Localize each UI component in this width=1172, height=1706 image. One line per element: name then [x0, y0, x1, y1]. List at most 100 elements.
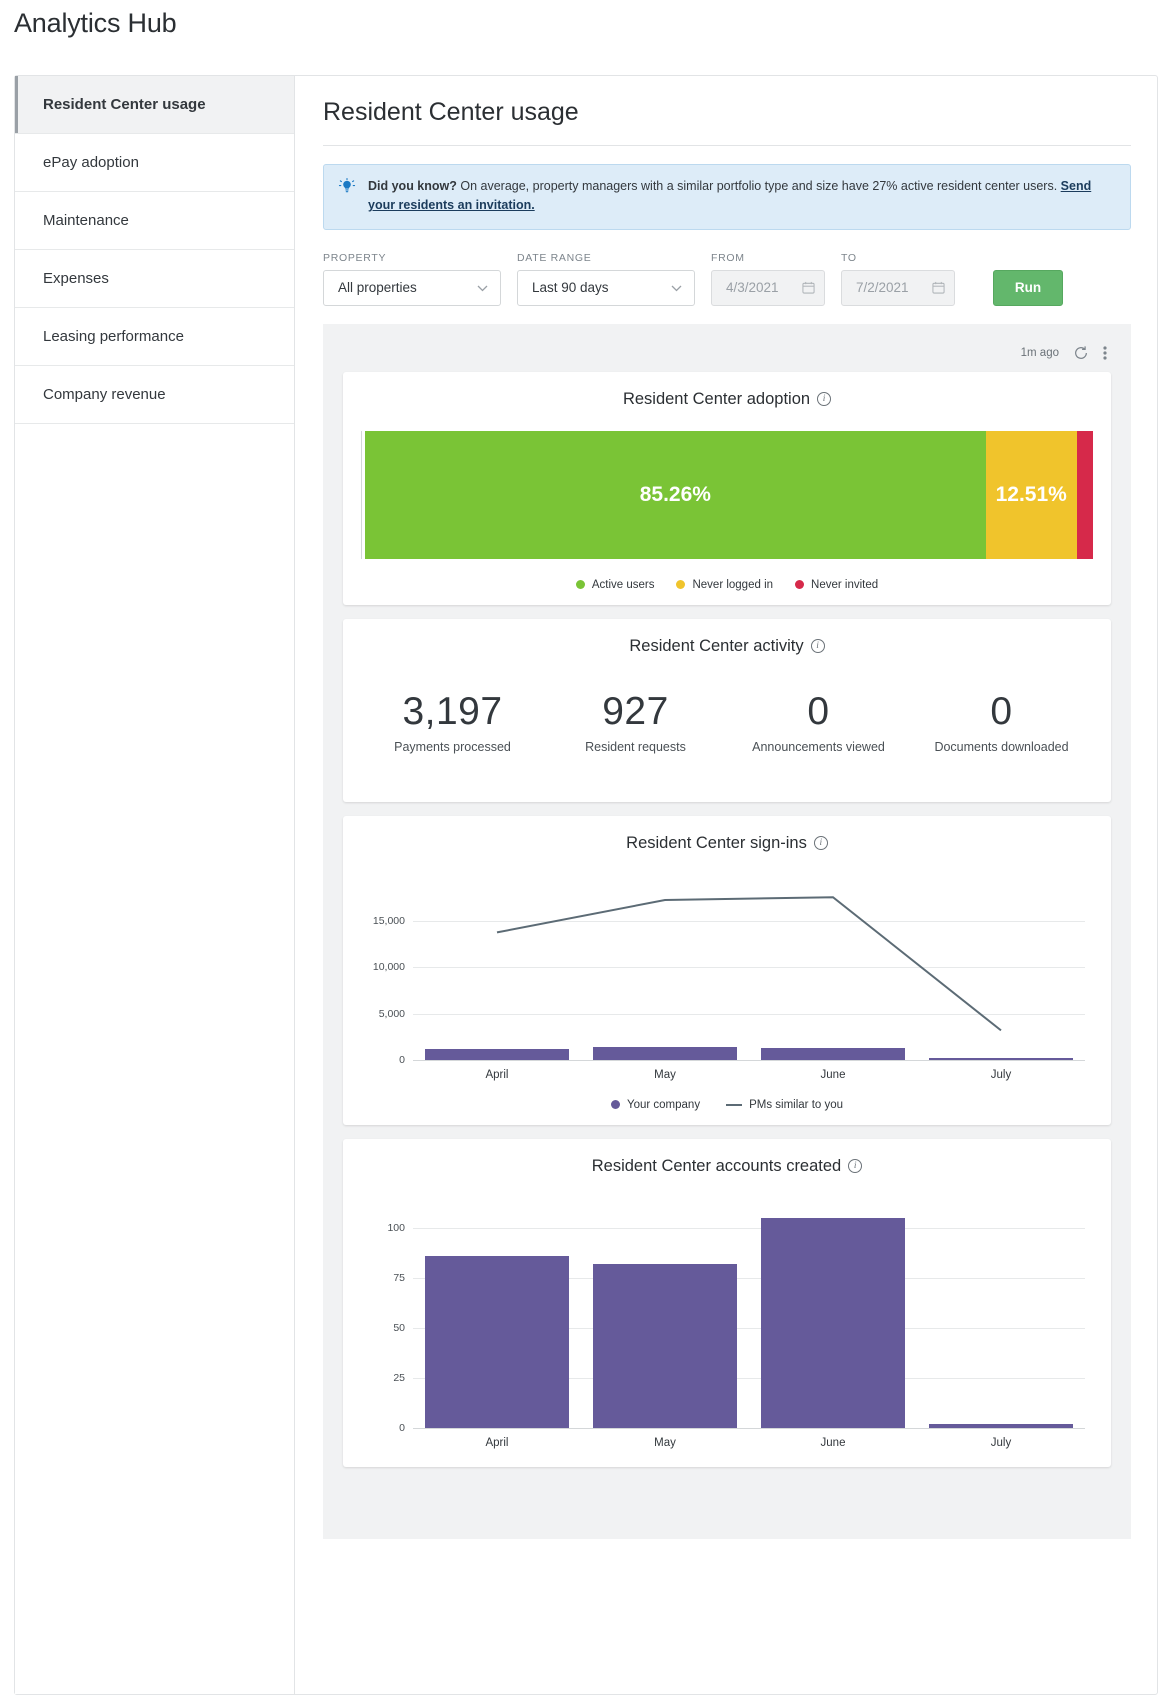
- stat-label: Announcements viewed: [752, 739, 885, 754]
- y-tick-label: 10,000: [372, 961, 405, 974]
- last-updated-label: 1m ago: [1020, 346, 1059, 359]
- y-tick-label: 5,000: [378, 1007, 405, 1020]
- from-label: FROM: [711, 251, 745, 264]
- card-title: Resident Center sign-ins i: [361, 834, 1093, 853]
- sign-ins-plot: 0 5,000 10,000 15,000: [373, 875, 1085, 1066]
- sidebar-item-label: Resident Center usage: [43, 96, 206, 113]
- info-icon[interactable]: i: [813, 836, 828, 851]
- refresh-icon[interactable]: [1073, 345, 1089, 361]
- info-icon[interactable]: i: [848, 1159, 863, 1174]
- dashboard-toolbar: 1m ago: [343, 334, 1111, 372]
- adoption-stacked-bar: 85.26% 12.51%: [361, 430, 1093, 559]
- card-resident-center-activity: Resident Center activity i 3,197 Payment…: [343, 618, 1111, 802]
- property-label: PROPERTY: [323, 251, 387, 264]
- page-title: Resident Center usage: [323, 98, 579, 126]
- card-title: Resident Center activity i: [361, 637, 1093, 656]
- y-tick-label: 100: [387, 1221, 405, 1234]
- date-range-select[interactable]: Last 90 days: [517, 269, 695, 306]
- to-label: TO: [841, 251, 857, 264]
- calendar-icon[interactable]: [922, 281, 954, 294]
- stat-documents-downloaded: 0 Documents downloaded: [910, 690, 1093, 754]
- card-title-text: Resident Center accounts created: [591, 1156, 842, 1175]
- card-title: Resident Center accounts created i: [361, 1157, 1093, 1176]
- date-range-label: DATE RANGE: [517, 251, 592, 264]
- legend-label: Never logged in: [692, 578, 774, 591]
- bar[interactable]: [928, 1423, 1074, 1428]
- stat-label: Documents downloaded: [934, 739, 1069, 754]
- card-title-text: Resident Center activity: [629, 636, 804, 655]
- from-date-filter: FROM 4/3/2021: [711, 252, 825, 306]
- y-tick-label: 50: [393, 1321, 405, 1334]
- run-button[interactable]: Run: [993, 269, 1063, 306]
- sidebar-item-leasing-performance[interactable]: Leasing performance: [15, 308, 294, 366]
- to-date-input[interactable]: 7/2/2021: [841, 269, 955, 306]
- y-tick-label: 25: [393, 1371, 405, 1384]
- x-tick-label: May: [654, 1436, 676, 1449]
- card-title-text: Resident Center adoption: [622, 389, 811, 408]
- legend-label: Your company: [626, 1098, 701, 1111]
- x-tick-label: June: [820, 1068, 846, 1081]
- from-date-input[interactable]: 4/3/2021: [711, 269, 825, 306]
- stat-announcements-viewed: 0 Announcements viewed: [727, 690, 910, 754]
- stat-resident-requests: 927 Resident requests: [544, 690, 727, 754]
- legend-label: Active users: [591, 578, 655, 591]
- trend-line: [496, 895, 1002, 1031]
- legend-item[interactable]: Never logged in: [676, 579, 773, 591]
- legend-label: PMs similar to you: [749, 1098, 844, 1111]
- info-icon[interactable]: i: [810, 639, 825, 654]
- sidebar-item-expenses[interactable]: Expenses: [15, 250, 294, 308]
- sidebar-item-label: Leasing performance: [43, 328, 184, 345]
- x-tick-label: July: [990, 1068, 1012, 1081]
- gridline: [413, 1427, 1085, 1429]
- sidebar-item-company-revenue[interactable]: Company revenue: [15, 366, 294, 424]
- legend-line-pms-similar: [726, 1103, 743, 1106]
- legend-item[interactable]: Your company: [610, 1098, 701, 1111]
- legend-dot-active-users: [575, 580, 585, 590]
- property-select[interactable]: All properties: [323, 269, 501, 306]
- sidebar-item-label: Company revenue: [43, 386, 166, 403]
- legend-dot-never-logged-in: [676, 580, 686, 590]
- y-tick-label: 15,000: [372, 915, 405, 927]
- banner-body: On average, property managers with a sim…: [456, 179, 1061, 193]
- sidebar-item-epay-adoption[interactable]: ePay adoption: [15, 134, 294, 192]
- app-title: Analytics Hub: [14, 8, 177, 38]
- sidebar-item-resident-center-usage[interactable]: Resident Center usage: [15, 76, 294, 134]
- legend-item[interactable]: Active users: [575, 578, 655, 591]
- adoption-segment-never-logged-in[interactable]: 12.51%: [985, 430, 1077, 559]
- bar[interactable]: [760, 1217, 906, 1428]
- property-filter: PROPERTY All properties: [323, 252, 501, 306]
- sidebar-item-label: Maintenance: [43, 212, 129, 229]
- adoption-segment-never-invited[interactable]: [1076, 430, 1093, 559]
- from-date-value: 4/3/2021: [726, 280, 779, 296]
- legend-item[interactable]: Never invited: [795, 579, 878, 591]
- bar[interactable]: [424, 1255, 570, 1428]
- accounts-created-x-axis: April May June July: [413, 1437, 1085, 1449]
- dashboard-panel: 1m ago Resident Center adoption i 85.26%…: [323, 323, 1131, 1539]
- x-tick-label: July: [990, 1436, 1012, 1449]
- card-resident-center-sign-ins: Resident Center sign-ins i 0 5,000 10,000 1…: [343, 815, 1111, 1125]
- date-range-filter: DATE RANGE Last 90 days: [517, 252, 695, 306]
- x-tick-label: June: [820, 1436, 846, 1449]
- did-you-know-banner: Did you know? On average, property manag…: [323, 164, 1131, 230]
- adoption-segment-active-users[interactable]: 85.26%: [365, 430, 986, 559]
- banner-lead: Did you know?: [368, 179, 457, 193]
- y-tick-label: 0: [399, 1421, 405, 1434]
- banner-text: Did you know? On average, property manag…: [368, 177, 1116, 216]
- y-tick-label: 0: [399, 1053, 405, 1066]
- sidebar-item-maintenance[interactable]: Maintenance: [15, 192, 294, 250]
- card-resident-center-accounts-created: Resident Center accounts created i 0 25 50…: [343, 1138, 1111, 1467]
- to-date-value: 7/2/2021: [856, 280, 909, 296]
- sidebar-item-label: ePay adoption: [43, 154, 139, 171]
- bar[interactable]: [592, 1263, 738, 1428]
- legend-dot-never-invited: [795, 580, 805, 590]
- info-icon[interactable]: i: [817, 392, 832, 407]
- y-tick-label: 75: [393, 1271, 405, 1284]
- kebab-menu-icon[interactable]: [1103, 345, 1107, 361]
- stat-value: 3,197: [402, 689, 503, 733]
- stat-label: Resident requests: [585, 739, 686, 754]
- calendar-icon[interactable]: [792, 281, 824, 294]
- analytics-hub-page: Analytics Hub Resident Center usage ePay…: [0, 0, 1172, 1706]
- sign-ins-legend: Your company PMs similar to you: [361, 1099, 1093, 1111]
- x-tick-label: April: [485, 1436, 509, 1449]
- legend-item[interactable]: PMs similar to you: [726, 1099, 843, 1111]
